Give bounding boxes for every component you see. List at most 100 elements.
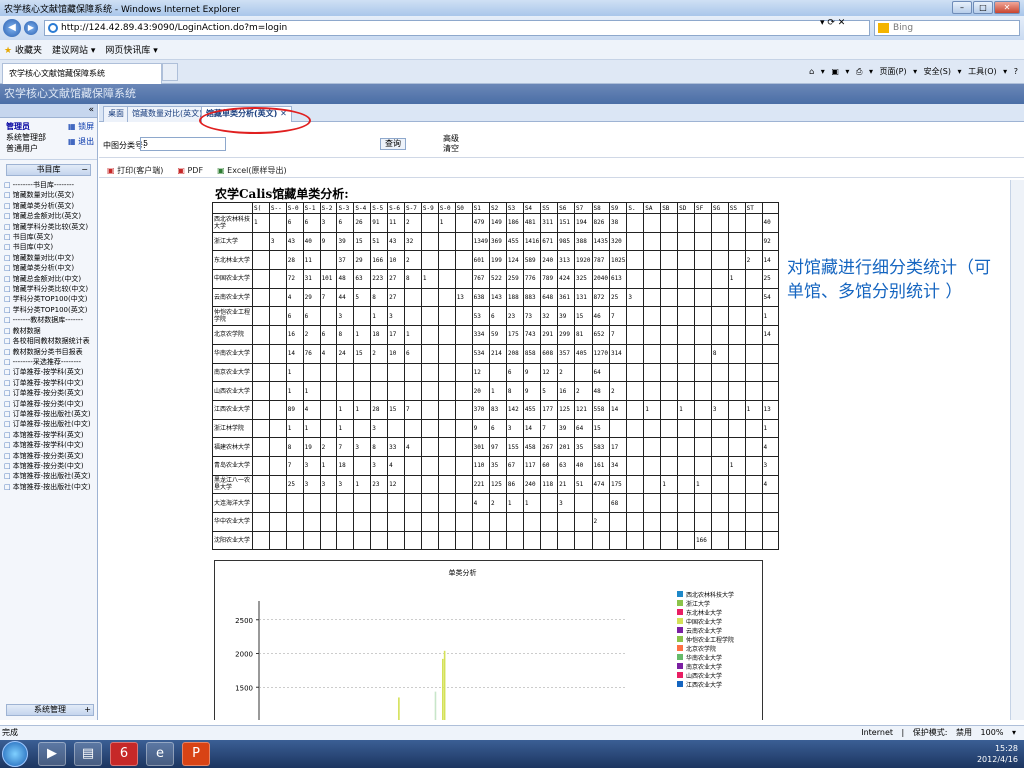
table-cell: 15 — [353, 343, 372, 364]
print-client-button[interactable]: ▣ 打印(客户端) — [107, 165, 163, 176]
system-management-header[interactable]: 系统管理 + — [6, 704, 94, 716]
app-icon[interactable]: 6 — [110, 742, 138, 766]
holdings-table: S(S-- S-0 S-1 S-2 S-3 S-4 S-5 S-6 S-7 S-9 S-0 S0 S1 S… — [212, 202, 780, 551]
sidebar-item[interactable]: 馆藏总金额对比(中文) — [4, 274, 97, 284]
class-number-input[interactable]: 5 — [140, 137, 226, 151]
sidebar-item[interactable]: 书目库(中文) — [4, 242, 97, 252]
collapse-section-icon[interactable]: − — [81, 165, 88, 175]
tab-desktop[interactable]: 桌面 — [103, 106, 129, 122]
search-input[interactable]: Bing — [874, 20, 1020, 36]
sidebar-item[interactable]: 本馆推荐-按出版社(英文) — [4, 471, 97, 481]
sidebar-item[interactable]: 学科分类TOP100(英文) — [4, 305, 97, 315]
sidebar-item[interactable]: 馆藏单类分析(中文) — [4, 263, 97, 273]
advanced-link[interactable]: 高级 — [443, 134, 459, 144]
ie-taskbar-icon[interactable]: e — [146, 742, 174, 766]
table-cell — [437, 418, 456, 439]
excel-button[interactable]: ▣ Excel(原样导出) — [217, 165, 287, 176]
close-button[interactable]: ✕ — [994, 1, 1020, 14]
sidebar-item[interactable]: --------采选推荐-------- — [4, 357, 97, 367]
table-cell — [608, 512, 628, 532]
table-cell — [727, 418, 746, 439]
sidebar-item[interactable]: 馆藏学科分类比较(中文) — [4, 284, 97, 294]
table-cell: 9 — [522, 362, 542, 383]
row-library-name: 浙江林学院 — [212, 418, 253, 439]
print-icon[interactable]: ⎙ — [856, 67, 862, 76]
table-cell: 125 — [489, 474, 507, 495]
table-cell — [319, 362, 338, 383]
sidebar-item[interactable]: 本馆推荐-按分类(中文) — [4, 461, 97, 471]
lock-screen-button[interactable]: ▦ 锁屏 — [68, 121, 96, 132]
table-row: 黑龙江八一农垦大学 25 3 3 3 1 23 12 221 125 86 240 118 21 51 474… — [212, 474, 780, 495]
sidebar-item[interactable]: --------书目库-------- — [4, 180, 97, 190]
sidebar-item[interactable]: 学科分类TOP100(中文) — [4, 294, 97, 304]
forward-button[interactable]: ▶ — [24, 21, 38, 35]
minimize-button[interactable]: – — [952, 1, 972, 14]
sidebar-item[interactable]: 订单推荐-按学科(中文) — [4, 378, 97, 388]
table-cell — [643, 493, 662, 513]
sidebar-item[interactable]: 本馆推荐-按出版社(中文) — [4, 482, 97, 492]
column-header: S-0 — [285, 202, 304, 214]
sidebar-item[interactable]: 订单推荐-按出版社(中文) — [4, 419, 97, 429]
sidebar-item[interactable]: 馆藏单类分析(英文) — [4, 201, 97, 211]
sidebar-item[interactable]: 本馆推荐-按学科(英文) — [4, 430, 97, 440]
sidebar-item[interactable]: 订单推荐-按分类(英文) — [4, 388, 97, 398]
url-input[interactable]: http://124.42.89.43:9090/LoginAction.do?… — [44, 20, 870, 36]
table-cell: 424 — [557, 269, 576, 289]
row-library-name: 南京农业大学 — [212, 362, 253, 383]
expand-icon[interactable]: + — [84, 705, 91, 715]
row-library-name: 沈阳农业大学 — [212, 530, 253, 551]
table-cell: 558 — [591, 399, 610, 420]
sidebar-item[interactable]: 教材数据 — [4, 326, 97, 336]
column-header: S0 — [454, 202, 473, 214]
start-button[interactable] — [2, 741, 28, 767]
fav-suggested[interactable]: 建议网站 ▾ — [52, 43, 95, 56]
sidebar-item[interactable]: 馆藏学科分类比较(英文) — [4, 222, 97, 232]
column-header: S. — [626, 202, 645, 214]
sidebar-item[interactable]: 各校相同教材数据统计表 — [4, 336, 97, 346]
help-icon[interactable]: ? — [1014, 67, 1018, 76]
sidebar-item[interactable]: 书目库(英文) — [4, 232, 97, 242]
logout-button[interactable]: ▦ 退出 — [68, 136, 96, 147]
table-cell: 5 — [353, 287, 372, 308]
query-button[interactable]: 查询 — [380, 138, 406, 150]
sidebar-item[interactable]: 订单推荐-按学科(英文) — [4, 367, 97, 377]
sidebar-item[interactable]: 馆藏数量对比(中文) — [4, 253, 97, 263]
sidebar-item[interactable]: 订单推荐-按分类(中文) — [4, 399, 97, 409]
favorites-button[interactable]: ★ 收藏夹 — [4, 43, 42, 56]
sidebar-item[interactable]: 本馆推荐-按学科(中文) — [4, 440, 97, 450]
column-header: S-2 — [319, 202, 338, 214]
pdf-button[interactable]: ▣ PDF — [177, 166, 203, 175]
vertical-scrollbar[interactable] — [1010, 180, 1024, 720]
home-icon[interactable]: ⌂ — [809, 67, 814, 76]
sidebar-item[interactable]: 教材数据分类书目报表 — [4, 347, 97, 357]
table-cell — [454, 512, 473, 532]
clear-link[interactable]: 清空 — [443, 144, 459, 154]
collapse-left-icon[interactable]: « — [88, 105, 94, 115]
sidebar-item[interactable]: 本馆推荐-按分类(英文) — [4, 451, 97, 461]
table-cell: 6 — [319, 325, 338, 345]
column-header: S5 — [540, 202, 559, 214]
command-bar[interactable]: ⌂ ▾ ▣ ▾ ⎙ ▾ 页面(P) ▾ 安全(S) ▾ 工具(O) ▾ ? — [809, 66, 1018, 77]
browser-tab[interactable]: 农学核心文献馆藏保障系统 — [2, 63, 162, 84]
sidebar-item[interactable]: 馆藏数量对比(英文) — [4, 190, 97, 200]
maximize-button[interactable]: □ — [973, 1, 993, 14]
back-button[interactable]: ◀ — [3, 19, 21, 37]
table-cell: 208 — [505, 343, 524, 364]
table-cell: 652 — [591, 325, 610, 345]
new-tab-button[interactable] — [162, 63, 178, 81]
legend-swatch — [677, 645, 683, 651]
table-cell: 7 — [336, 437, 355, 457]
table-cell — [744, 343, 763, 364]
fav-webslice[interactable]: 网页快讯库 ▾ — [105, 43, 157, 56]
feeds-icon[interactable]: ▣ — [831, 67, 839, 76]
table-cell — [454, 493, 473, 513]
powerpoint-icon[interactable]: P — [182, 742, 210, 766]
sidebar-item[interactable]: 馆藏总金额对比(英文) — [4, 211, 97, 221]
sidebar-item[interactable]: 订单推荐-按出版社(英文) — [4, 409, 97, 419]
explorer-icon[interactable]: ▤ — [74, 742, 102, 766]
sidebar-section-header[interactable]: 书目库 − — [6, 164, 91, 176]
table-cell: 51 — [370, 231, 389, 252]
media-player-icon[interactable]: ▶ — [38, 742, 66, 766]
sidebar-item[interactable]: -------教材数据库------- — [4, 315, 97, 325]
refresh-stop-icons[interactable]: ▾ ⟳ ✕ — [820, 18, 845, 28]
